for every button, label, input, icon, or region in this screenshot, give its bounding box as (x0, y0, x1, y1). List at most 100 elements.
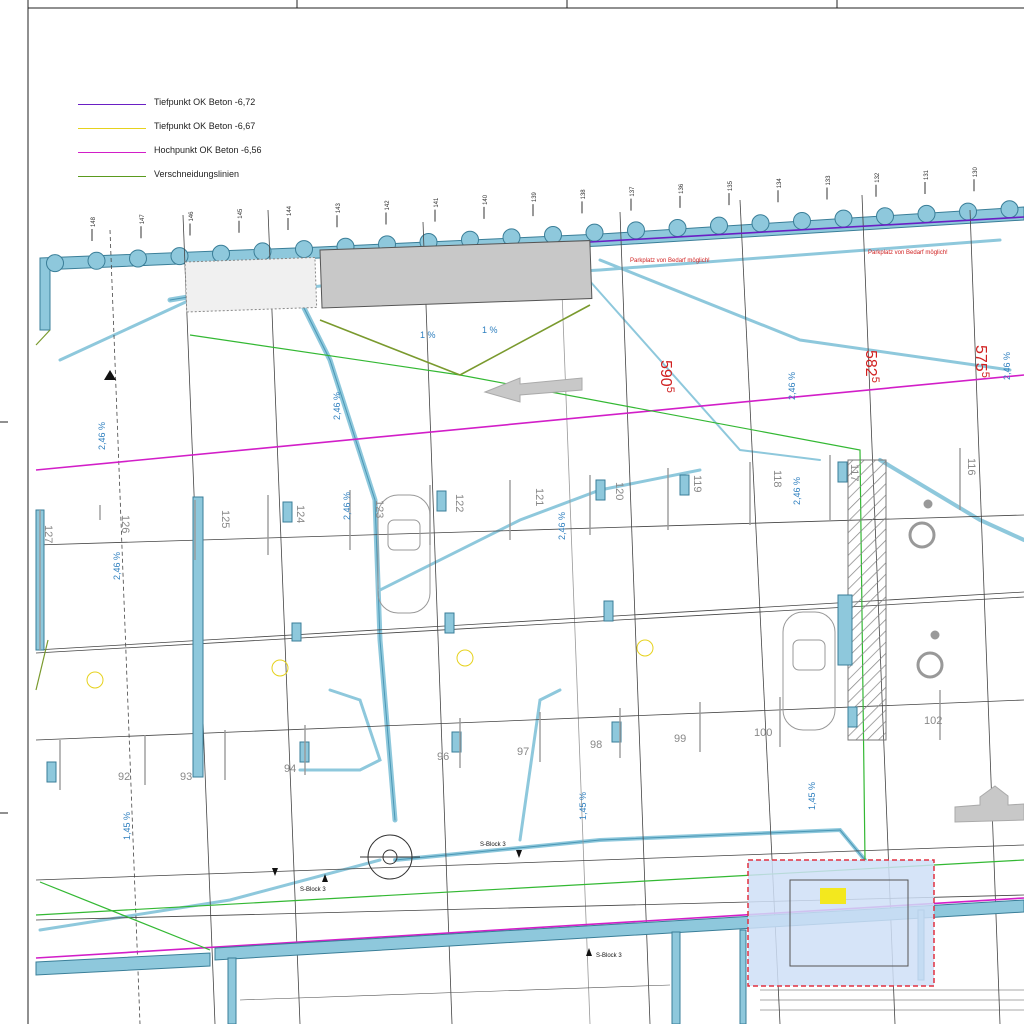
stall-number-bottom: 99 (674, 733, 686, 745)
ramp-block (319, 240, 593, 309)
axis-label: 132 (875, 172, 881, 183)
slope-label: 2,46 % (1002, 352, 1012, 380)
stall-number-top: 125 (219, 510, 231, 528)
axis-label: 144 (287, 205, 293, 216)
slope-label: 2,46 % (97, 422, 107, 450)
wall-column (710, 216, 728, 235)
accessible-parking-hatch (847, 459, 887, 741)
wheelchair-icon (908, 499, 944, 679)
axis-label: 134 (777, 178, 783, 189)
stall-number-bottom: 100 (754, 727, 772, 739)
legend-swatch-lowpoint-667 (78, 128, 146, 129)
wall-column (212, 244, 230, 263)
warning-sticker (820, 888, 846, 904)
stall-number-top: 122 (453, 494, 465, 512)
slope-label: 1,45 % (578, 792, 588, 820)
stall-number-bottom: 92 (118, 771, 130, 783)
axis-label: 142 (385, 200, 391, 211)
direction-arrows (483, 377, 1024, 823)
stall-number-top: 121 (533, 488, 545, 506)
stall-number-top: 118 (771, 470, 783, 488)
stall-number-top: 127 (42, 525, 54, 543)
axis-label: 138 (581, 189, 587, 200)
wall-column (1000, 200, 1019, 219)
legend-swatch-intersection (78, 176, 146, 177)
highlighted-shaft-area (747, 859, 935, 987)
axis-label: 136 (679, 183, 685, 194)
elevation-labels: 5905 5825 5755 (657, 345, 991, 393)
axis-label: 148 (91, 216, 97, 227)
wall-column (253, 242, 272, 261)
legend-swatch-lowpoint-672 (78, 104, 146, 105)
slope-label: 2,46 % (112, 552, 122, 580)
axis-label: 133 (826, 175, 832, 186)
stall-brackets (39, 448, 961, 790)
stall-number-bottom: 94 (284, 763, 296, 775)
legend-row: Tiefpunkt OK Beton -6,72 (78, 97, 338, 121)
legend-label: Hochpunkt OK Beton -6,56 (154, 145, 262, 155)
columns (35, 461, 858, 783)
slope-label: 2,46 % (792, 477, 802, 505)
parking-note-1: Parkplatz von Bedarf möglich! (630, 258, 710, 264)
legend-label: Tiefpunkt OK Beton -6,67 (154, 121, 256, 131)
axis-label: 145 (238, 208, 244, 219)
parking-note-2: Parkplatz von Bedarf möglich! (868, 250, 948, 256)
legend-row: Verschneidungslinien (78, 169, 338, 193)
wall-column (834, 209, 853, 228)
legend: Tiefpunkt OK Beton -6,72 Tiefpunkt OK Be… (78, 97, 338, 193)
slope-label: 2,46 % (557, 512, 567, 540)
legend-label: Tiefpunkt OK Beton -6,72 (154, 97, 256, 107)
legend-label: Verschneidungslinien (154, 169, 240, 179)
axis-label: 137 (630, 186, 636, 197)
wall-column (668, 218, 687, 237)
stair-lines (239, 984, 1024, 1011)
axis-label: 139 (532, 191, 538, 202)
stall-number-bottom: 98 (590, 739, 602, 751)
wall-column (87, 251, 106, 270)
elevation-590: 5905 (657, 360, 676, 393)
wall-column (959, 202, 977, 221)
axis-label: 135 (728, 180, 734, 191)
wall-column (544, 226, 562, 245)
elevation-582: 5825 (862, 350, 881, 383)
stall-number-top: 123 (373, 500, 385, 518)
slope-label: 1 % (482, 325, 498, 335)
dotted-slab (184, 256, 318, 313)
axis-label: 130 (973, 167, 979, 178)
stall-number-top: 116 (965, 458, 977, 476)
stall-number-top: 120 (613, 482, 625, 500)
slope-label: 1,45 % (807, 782, 817, 810)
axis-label: 147 (140, 214, 146, 225)
axis-label: 141 (434, 197, 440, 208)
section-mark-label-1: S-Block 3 (300, 887, 326, 893)
wall-column (917, 204, 936, 223)
stall-number-top: 124 (294, 505, 306, 523)
slope-label: 2,46 % (332, 392, 342, 420)
wall-column (585, 223, 604, 242)
wall-column (793, 211, 811, 230)
stall-number-bottom: 102 (924, 715, 942, 727)
wall-column (876, 207, 894, 226)
section-mark-label-3: S-Block 3 (596, 953, 622, 959)
wall-column (627, 221, 645, 240)
legend-row: Hochpunkt OK Beton -6,56 (78, 145, 338, 169)
axis-label: 146 (189, 211, 195, 222)
wall-column (295, 240, 313, 259)
stall-number-bottom: 96 (437, 751, 449, 763)
axis-label: 143 (336, 203, 342, 214)
stall-number-bottom: 97 (517, 746, 529, 758)
light-points (86, 639, 654, 689)
section-mark-label-2: S-Block 3 (480, 842, 506, 848)
legend-row: Tiefpunkt OK Beton -6,67 (78, 121, 338, 145)
wall-column (129, 249, 147, 268)
slope-label: 2,46 % (342, 492, 352, 520)
wall-column (751, 214, 770, 233)
legend-swatch-highpoint (78, 152, 146, 153)
manhole (360, 834, 420, 880)
slope-label: 1,45 % (122, 812, 132, 840)
stall-number-top: 126 (119, 515, 131, 533)
wall-column (46, 254, 64, 273)
slope-label: 2,46 % (787, 372, 797, 400)
axis-label: 131 (924, 169, 930, 180)
stall-number-top: 117 (848, 464, 860, 482)
